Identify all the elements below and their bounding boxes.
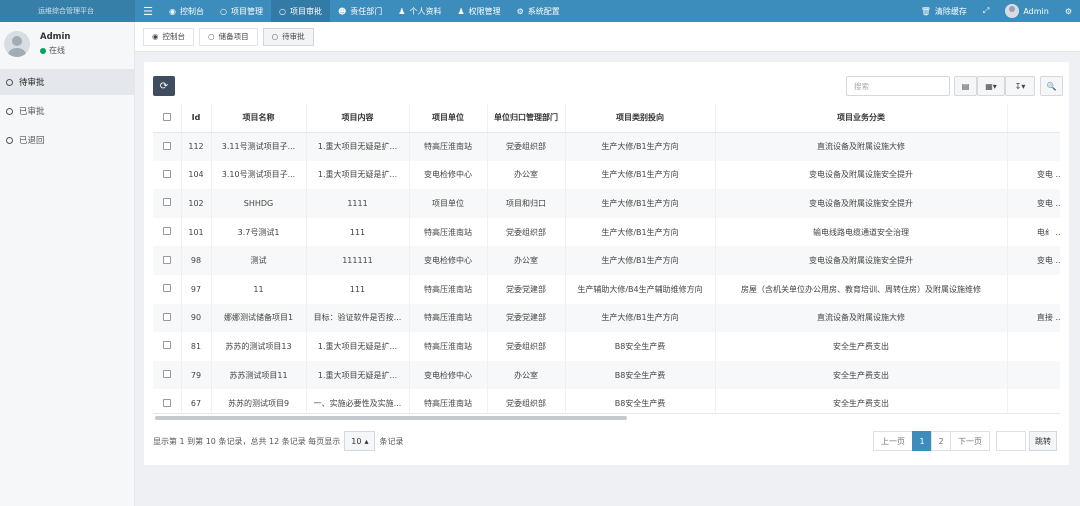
table-header-row: Id 项目名称 项目内容 项目单位 单位归口管理部门 项目类别投向 项目业务分类… — [153, 104, 1060, 133]
sidebar-item-returned[interactable]: 已退回 — [0, 127, 134, 153]
circle-icon — [6, 107, 13, 115]
avatar — [4, 31, 30, 57]
table-row[interactable]: 90 娜娜测试储备项目1 目标：验证软件是否按... 特高压淮南站 党委党建部 生产大修/… — [153, 303, 1060, 333]
goto-button[interactable]: 跳转 — [1029, 431, 1057, 451]
list-icon: ▤ — [961, 81, 970, 91]
goto-page-input[interactable] — [996, 431, 1026, 451]
search-input[interactable]: 搜索 — [846, 76, 950, 96]
row-checkbox[interactable] — [153, 217, 182, 247]
row-checkbox[interactable] — [153, 332, 182, 361]
brand-logo[interactable]: 运维综合管理平台 — [0, 0, 135, 22]
table-row[interactable]: 79 苏苏测试项目11 1.重大项目无疑是扩... 变电检修中心 办公室 B8安全生产费安… — [153, 360, 1060, 390]
table-row[interactable]: 97 11 111 特高压淮南站 党委党建部 生产辅助大修/B4生产辅助维修方向 房屋（含机… — [153, 274, 1060, 304]
nav-project-approval[interactable]: ○ 项目审批 — [270, 0, 330, 22]
column-header[interactable]: 项目业务分类 — [715, 104, 1008, 133]
user-circle-icon: ☻ — [337, 6, 347, 16]
nav-system-config[interactable]: ⚙ 系统配置 — [509, 0, 568, 22]
nav-project-management[interactable]: ○ 项目管理 — [212, 0, 271, 22]
search-button[interactable]: 🔍 — [1040, 76, 1063, 96]
table-row[interactable]: 81 苏苏的测试项目13 1.重大项目无疑是扩... 特高压淮南站 党委组织部 B8安全生… — [153, 332, 1060, 361]
tab-dashboard[interactable]: ◉ 控制台 — [143, 27, 195, 46]
tab-pending[interactable]: ○ 待审批 — [262, 27, 314, 46]
pagination: 上一页 1 2 下一页 跳转 — [873, 431, 1057, 451]
pagination-info: 显示第 1 到第 10 条记录，总共 12 条记录 每页显示 10 ▴ 条记录 — [153, 431, 403, 451]
prev-page-button[interactable]: 上一页 — [873, 431, 913, 451]
user-status: 在线 — [40, 45, 71, 56]
circle-icon — [6, 78, 13, 86]
tabs-bar: ◉ 控制台 ○ 储备项目 ○ 待审批 — [135, 22, 1080, 52]
column-header[interactable]: 项目单位 — [409, 104, 488, 133]
tab-reserve-projects[interactable]: ○ 储备项目 — [199, 27, 258, 46]
page-size-select[interactable]: 10 ▴ — [344, 431, 376, 451]
columns-button[interactable]: ▦▾ — [977, 76, 1005, 96]
table-row[interactable]: 102 SHHDG 1111 项目单位 项目和归口 生产大修/B1生产方向 变电设备及附属设… — [153, 189, 1060, 218]
column-header[interactable]: Id — [181, 104, 212, 133]
online-dot-icon — [40, 47, 46, 54]
page-button[interactable]: 2 — [931, 431, 951, 451]
circle-icon: ○ — [271, 32, 279, 41]
download-icon: ↧▾ — [1014, 81, 1026, 91]
sidebar-item-approved[interactable]: 已审批 — [0, 98, 134, 124]
circle-icon: ○ — [208, 32, 215, 41]
circle-icon: ○ — [219, 6, 227, 16]
scrollbar-thumb[interactable] — [155, 416, 627, 420]
row-checkbox[interactable] — [153, 360, 182, 390]
content-panel: ⟳ 搜索 ▤ ▦▾ ↧▾ 🔍 Id 项目名称 项目内容 项目单位 单位归口管理部… — [144, 62, 1069, 465]
column-header[interactable]: 项目内容 — [306, 104, 410, 133]
column-header[interactable]: 单位归口管理部门 — [487, 104, 566, 133]
top-right-actions: 🗑 清除缓存 ⤢ Admin ⚙ — [913, 0, 1080, 22]
clear-cache-button[interactable]: 🗑 清除缓存 — [913, 6, 975, 17]
column-header[interactable]: 项目名称 — [211, 104, 307, 133]
refresh-button[interactable]: ⟳ — [153, 76, 175, 96]
select-all-checkbox[interactable] — [153, 104, 182, 133]
row-checkbox[interactable] — [153, 246, 182, 275]
nav-responsible-dept[interactable]: ☻ 责任部门 — [330, 0, 390, 22]
grid-icon: ▦▾ — [985, 81, 997, 91]
row-checkbox[interactable] — [153, 303, 182, 333]
caret-up-icon: ▴ — [364, 436, 369, 446]
table-row[interactable]: 67 苏苏的测试项目9 一、实施必要性及实施... 特高压淮南站 党委组织部 B8安全生产… — [153, 389, 1060, 413]
nav-permissions[interactable]: ♟ 权限管理 — [449, 0, 508, 22]
next-page-button[interactable]: 下一页 — [950, 431, 990, 451]
search-icon: 🔍 — [1046, 81, 1057, 91]
refresh-icon: ⟳ — [159, 80, 169, 92]
column-header[interactable]: 项目类别投向 — [565, 104, 716, 133]
dashboard-icon: ◉ — [152, 32, 159, 41]
row-checkbox[interactable] — [153, 160, 182, 190]
page-button[interactable]: 1 — [912, 431, 932, 451]
table-row[interactable]: 104 3.10号测试项目子... 1.重大项目无疑是扩... 变电检修中心 办公室 生产… — [153, 160, 1060, 190]
users-icon: ♟ — [457, 6, 465, 16]
top-navbar: 运维综合管理平台 ☰ ◉ 控制台 ○ 项目管理 ○ 项目审批 ☻ 责任部门 ♟ 个人资料 … — [0, 0, 1080, 22]
nav-profile[interactable]: ♟ 个人资料 — [390, 0, 449, 22]
user-panel: Admin 在线 — [0, 22, 134, 66]
user-icon: ♟ — [398, 6, 406, 16]
user-name: Admin — [40, 32, 71, 42]
export-button[interactable]: ↧▾ — [1005, 76, 1035, 96]
circle-icon — [6, 136, 13, 144]
data-table: Id 项目名称 项目内容 项目单位 单位归口管理部门 项目类别投向 项目业务分类… — [153, 104, 1060, 414]
row-checkbox[interactable] — [153, 389, 182, 413]
horizontal-scrollbar[interactable] — [153, 416, 1060, 421]
sidebar: Admin 在线 待审批 已审批 已退回 — [0, 22, 135, 506]
gear-icon: ⚙ — [516, 6, 524, 16]
row-checkbox[interactable] — [153, 274, 182, 304]
settings-icon[interactable]: ⚙ — [1057, 7, 1080, 16]
row-checkbox[interactable] — [153, 189, 182, 218]
table-row[interactable]: 112 3.11号测试项目子... 1.重大项目无疑是扩... 特高压淮南站 党委组织部… — [153, 132, 1060, 161]
toggle-view-button[interactable]: ▤ — [954, 76, 977, 96]
sidebar-item-pending[interactable]: 待审批 — [0, 69, 134, 95]
menu-toggle-icon[interactable]: ☰ — [135, 5, 161, 18]
circle-icon: ○ — [278, 6, 286, 16]
avatar — [1005, 4, 1020, 18]
table-row[interactable]: 98 测试 111111 变电检修中心 办公室 生产大修/B1生产方向 变电设备及附属设施安… — [153, 246, 1060, 275]
trash-icon: 🗑 — [920, 6, 931, 16]
table-row[interactable]: 101 3.7号测试1 111 特高压淮南站 党委组织部 生产大修/B1生产方向 输电线路电… — [153, 217, 1060, 247]
column-header[interactable]: 操作 — [1007, 104, 1060, 133]
top-nav: ◉ 控制台 ○ 项目管理 ○ 项目审批 ☻ 责任部门 ♟ 个人资料 ♟ 权限管理 ⚙ 系统配置 — [161, 0, 568, 22]
nav-dashboard[interactable]: ◉ 控制台 — [161, 0, 212, 22]
fullscreen-icon[interactable]: ⤢ — [975, 6, 997, 16]
user-menu[interactable]: Admin — [997, 4, 1057, 18]
row-checkbox[interactable] — [153, 132, 182, 161]
dashboard-icon: ◉ — [169, 6, 176, 16]
